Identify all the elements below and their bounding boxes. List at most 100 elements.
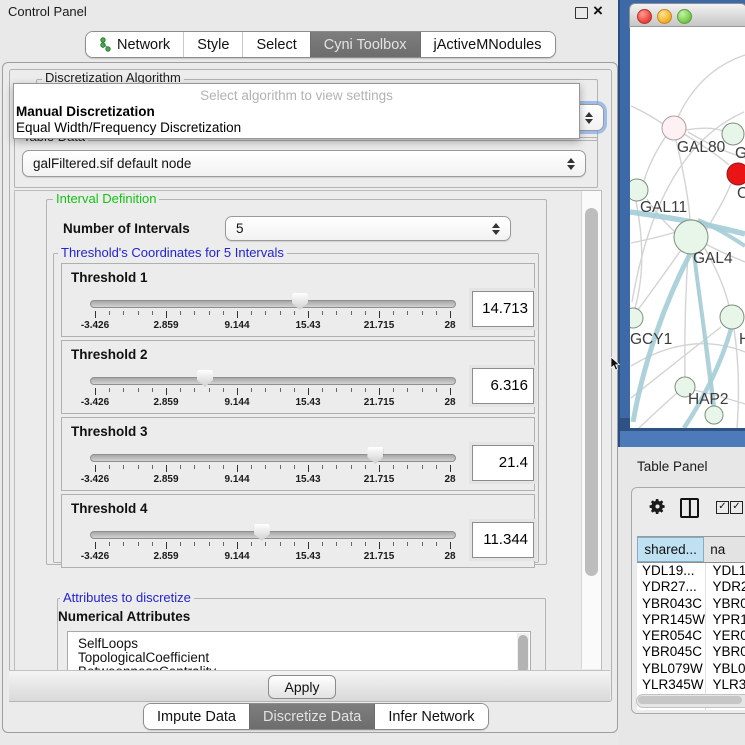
network-edge[interactable] xyxy=(685,254,688,377)
network-edge[interactable] xyxy=(686,128,723,131)
zoom-traffic-light-icon[interactable] xyxy=(677,9,692,24)
network-node-label: GAL80 xyxy=(677,139,726,156)
network-view-canvas[interactable]: GAL80GCGAL11GAL4GCY1HHAP2 xyxy=(630,26,745,428)
network-node-gcy1[interactable] xyxy=(630,308,643,328)
table-cell: YBR045C xyxy=(637,644,706,660)
threshold-value-field[interactable]: 11.344 xyxy=(472,522,534,558)
gear-icon[interactable] xyxy=(648,497,667,516)
table-data-combobox[interactable]: galFiltered.sif default node xyxy=(22,150,586,177)
list-scrollbar-thumb[interactable] xyxy=(518,635,528,672)
numerical-attributes-list[interactable]: SelfLoopsTopologicalCoefficientBetweenne… xyxy=(67,631,531,672)
combo-stepper-icon xyxy=(584,112,593,124)
slider-tick xyxy=(180,311,181,315)
table-row[interactable]: YBL079WYBL0 xyxy=(637,661,745,677)
table-cell: YDL19... xyxy=(637,563,706,579)
slider-tick xyxy=(450,465,451,472)
slider-tick xyxy=(336,388,337,392)
slider-tick xyxy=(379,542,380,549)
table-cell: YBR0 xyxy=(706,596,745,612)
horizontal-scrollbar-thumb[interactable] xyxy=(638,696,742,704)
slider-tick xyxy=(280,465,281,469)
network-edge[interactable] xyxy=(734,329,738,428)
tab-label: Discretize Data xyxy=(263,709,361,725)
slider-tick xyxy=(308,542,309,549)
checkbox-icon[interactable]: ✓ xyxy=(730,501,743,514)
network-node-gal4[interactable] xyxy=(674,220,708,254)
slider-tick xyxy=(223,542,224,546)
threshold-value-field[interactable]: 6.316 xyxy=(472,368,534,404)
network-node-g[interactable] xyxy=(722,123,744,145)
slider-tick xyxy=(123,311,124,315)
float-window-icon[interactable] xyxy=(575,7,588,19)
slider-tick xyxy=(166,311,167,318)
network-edge[interactable] xyxy=(631,106,663,124)
control-panel-tabs: NetworkStyleSelectCyni ToolboxjActiveMNo… xyxy=(85,31,556,58)
threshold-slider-track[interactable] xyxy=(90,300,456,308)
vertical-scrollbar-thumb[interactable] xyxy=(585,208,598,576)
table-column-header-na[interactable]: na xyxy=(704,537,745,562)
table-row[interactable]: YDR27...YDR2 xyxy=(637,579,745,595)
table-row[interactable]: YER054CYER0 xyxy=(637,628,745,644)
threshold-value-field[interactable]: 21.4 xyxy=(472,445,534,481)
slider-tick xyxy=(393,465,394,469)
close-traffic-light-icon[interactable] xyxy=(637,9,652,24)
attribute-list-item[interactable]: TopologicalCoefficient xyxy=(68,651,530,665)
tab-select[interactable]: Select xyxy=(242,32,309,57)
tab-jactivemnodules[interactable]: jActiveMNodules xyxy=(420,32,555,57)
table-row[interactable]: YPR145WYPR1 xyxy=(637,612,745,628)
slider-tick xyxy=(351,465,352,469)
dropdown-option-equal-width-frequency[interactable]: Equal Width/Frequency Discretization xyxy=(16,120,576,135)
network-node-c[interactable] xyxy=(727,163,745,185)
network-node[interactable] xyxy=(705,406,723,424)
network-node-gal11[interactable] xyxy=(630,179,648,201)
network-edge[interactable] xyxy=(635,201,642,308)
vertical-scrollbar[interactable] xyxy=(581,191,601,669)
network-edge[interactable] xyxy=(639,392,678,428)
number-of-intervals-combobox[interactable]: 5 xyxy=(225,216,511,241)
network-edge[interactable] xyxy=(678,55,745,117)
network-edge[interactable] xyxy=(631,232,676,243)
close-icon[interactable]: × xyxy=(593,1,603,21)
table-cell: YBL0 xyxy=(706,661,745,677)
table-column-header-shared-[interactable]: shared... xyxy=(637,537,704,562)
horizontal-scrollbar[interactable] xyxy=(636,694,745,708)
column-layout-icon[interactable] xyxy=(680,498,699,518)
slider-tick xyxy=(450,388,451,395)
threshold-panel-threshold-1: Threshold 1-3.4262.8599.14415.4321.71528… xyxy=(61,263,535,337)
threshold-slider-track[interactable] xyxy=(90,454,456,462)
slider-tick xyxy=(265,542,266,546)
network-node-label: GAL4 xyxy=(693,250,733,267)
attributes-legend: Attributes to discretize xyxy=(60,591,194,605)
slider-tick xyxy=(194,542,195,546)
threshold-value-field[interactable]: 14.713 xyxy=(472,291,534,327)
combo-stepper-icon xyxy=(491,223,500,235)
slider-tick xyxy=(336,311,337,315)
slider-tick xyxy=(407,388,408,392)
apply-button[interactable]: Apply xyxy=(268,675,336,699)
tab-network[interactable]: Network xyxy=(86,32,183,57)
table-row[interactable]: YDL19...YDL1 xyxy=(637,563,745,579)
tab-cyni-toolbox[interactable]: Cyni Toolbox xyxy=(310,32,420,57)
attribute-list-item[interactable]: SelfLoops xyxy=(68,637,530,651)
network-edge[interactable] xyxy=(644,136,666,181)
algorithm-dropdown-popup: Select algorithm to view settings Manual… xyxy=(13,83,580,139)
tab-style[interactable]: Style xyxy=(183,32,242,57)
tab-infer-network[interactable]: Infer Network xyxy=(374,704,487,729)
slider-tick xyxy=(237,388,238,395)
slider-tick xyxy=(322,311,323,315)
table-row[interactable]: YLR345WYLR3 xyxy=(637,677,745,693)
threshold-slider-track[interactable] xyxy=(90,531,456,539)
network-window-titlebar[interactable] xyxy=(629,3,745,28)
dropdown-option-manual-discretization[interactable]: Manual Discretization xyxy=(16,104,576,119)
slider-tick xyxy=(294,311,295,315)
table-row[interactable]: YBR045CYBR0 xyxy=(637,644,745,660)
minimize-traffic-light-icon[interactable] xyxy=(657,9,672,24)
table-row[interactable]: YBR043CYBR0 xyxy=(637,596,745,612)
network-node-h[interactable] xyxy=(720,305,744,329)
tab-impute-data[interactable]: Impute Data xyxy=(144,704,249,729)
tab-discretize-data[interactable]: Discretize Data xyxy=(249,704,374,729)
checkbox-icon[interactable]: ✓ xyxy=(716,501,729,514)
threshold-slider-track[interactable] xyxy=(90,377,456,385)
network-node-gal80[interactable] xyxy=(662,116,686,140)
list-scrollbar[interactable] xyxy=(517,633,529,672)
